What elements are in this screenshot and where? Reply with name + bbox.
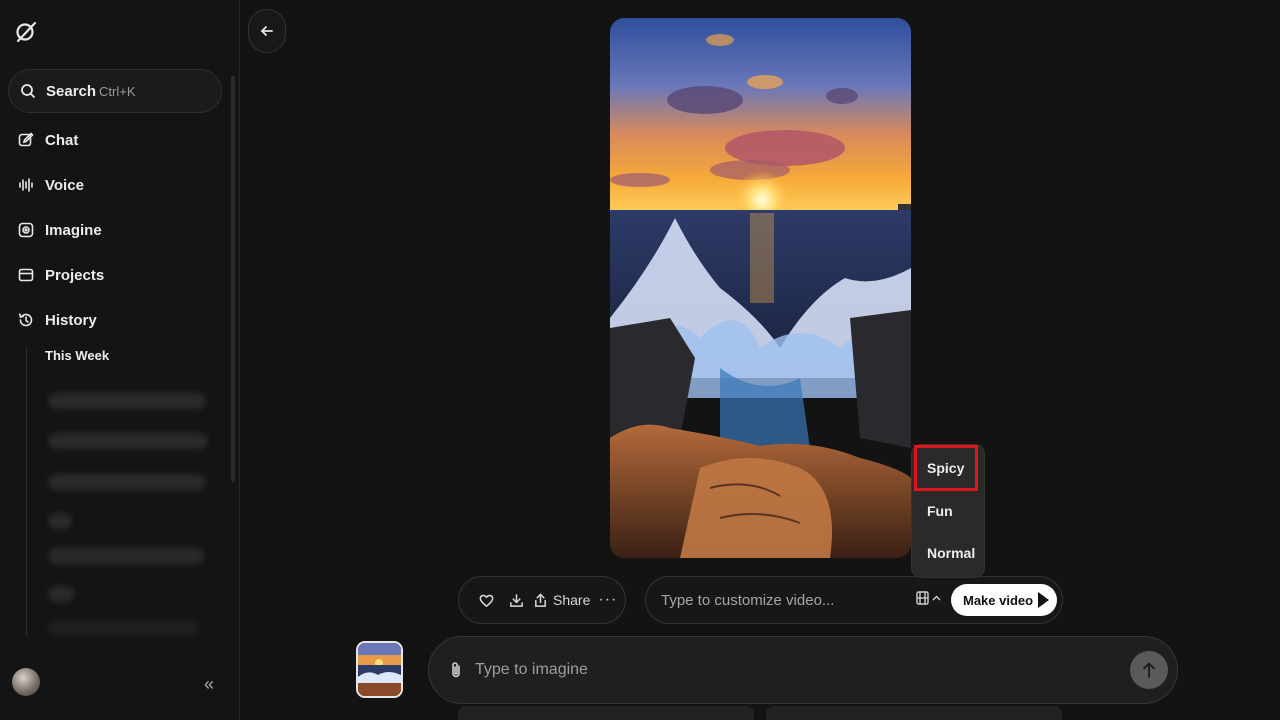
- chat-edit-icon: [18, 132, 34, 147]
- make-video-button[interactable]: Make video: [951, 584, 1057, 616]
- share-label: Share: [553, 592, 591, 608]
- heart-icon: [479, 594, 493, 607]
- imagine-composer[interactable]: Type to imagine: [428, 636, 1178, 704]
- video-mode-toggle[interactable]: [916, 591, 941, 605]
- sunset-waves-image: [610, 18, 911, 558]
- waveform-icon: [19, 178, 33, 192]
- suggestion-card[interactable]: [766, 706, 1062, 720]
- share-button[interactable]: Share: [533, 592, 590, 608]
- customize-video-field[interactable]: Type to customize video... Make video: [645, 576, 1063, 624]
- thumbnail-image: [358, 643, 401, 696]
- make-video-label: Make video: [963, 592, 1034, 608]
- imagine-input[interactable]: Type to imagine: [475, 661, 588, 679]
- history-item[interactable]: [48, 513, 72, 529]
- sidebar-item-history[interactable]: History: [8, 302, 222, 338]
- mode-option-normal[interactable]: Normal: [916, 533, 980, 573]
- sidebar-item-imagine[interactable]: Imagine: [8, 212, 222, 248]
- folder-icon: [18, 268, 34, 282]
- suggestion-card[interactable]: [458, 706, 754, 720]
- back-button[interactable]: [248, 9, 286, 53]
- search-button[interactable]: Search Ctrl+K: [8, 69, 222, 113]
- download-icon: [509, 593, 523, 607]
- history-item[interactable]: [48, 433, 208, 449]
- sidebar-item-voice[interactable]: Voice: [8, 167, 222, 203]
- download-button[interactable]: [501, 585, 531, 615]
- search-label: Search: [46, 82, 97, 100]
- image-action-bar: Share ···: [458, 576, 626, 624]
- avatar[interactable]: [12, 668, 40, 696]
- search-shortcut: Ctrl+K: [99, 83, 136, 99]
- sidebar: Search Ctrl+K Chat Voice Imagine Project…: [0, 0, 240, 720]
- history-section-title: This Week: [45, 348, 110, 363]
- sidebar-item-label: Voice: [45, 176, 84, 194]
- chevron-up-icon: [932, 595, 941, 601]
- history-icon: [18, 313, 33, 327]
- imagine-icon: [18, 222, 34, 238]
- arrow-left-icon: [260, 26, 273, 36]
- mode-option-fun[interactable]: Fun: [916, 491, 980, 531]
- history-item[interactable]: [48, 586, 74, 602]
- more-options-icon[interactable]: ···: [598, 591, 617, 609]
- sidebar-item-label: History: [45, 311, 97, 329]
- sidebar-item-label: Imagine: [45, 221, 102, 239]
- mode-option-spicy[interactable]: Spicy: [914, 445, 978, 491]
- history-tree-line: [26, 346, 27, 636]
- history-item[interactable]: [48, 393, 206, 409]
- sidebar-scrollbar[interactable]: [231, 76, 235, 482]
- customize-video-input[interactable]: Type to customize video...: [661, 592, 911, 609]
- history-item[interactable]: [48, 620, 198, 636]
- send-button[interactable]: [1130, 651, 1168, 689]
- like-button[interactable]: [471, 585, 501, 615]
- image-thumbnail[interactable]: [356, 641, 403, 698]
- sidebar-item-chat[interactable]: Chat: [8, 122, 222, 158]
- arrow-up-icon: [1143, 662, 1155, 678]
- search-icon: [21, 84, 36, 99]
- play-icon: [1038, 592, 1049, 608]
- share-icon: [535, 592, 546, 607]
- sidebar-item-label: Chat: [45, 131, 79, 149]
- generated-image[interactable]: [610, 18, 911, 558]
- history-item[interactable]: [48, 474, 206, 490]
- double-chevron-left-icon[interactable]: «: [204, 674, 214, 695]
- paperclip-icon[interactable]: [449, 661, 463, 679]
- sidebar-item-projects[interactable]: Projects: [8, 257, 222, 293]
- film-icon: [916, 591, 929, 605]
- video-mode-dropdown: Spicy Fun Normal: [911, 444, 985, 578]
- history-item[interactable]: [48, 548, 204, 564]
- sidebar-item-label: Projects: [45, 266, 105, 284]
- grok-logo-icon[interactable]: [14, 20, 38, 44]
